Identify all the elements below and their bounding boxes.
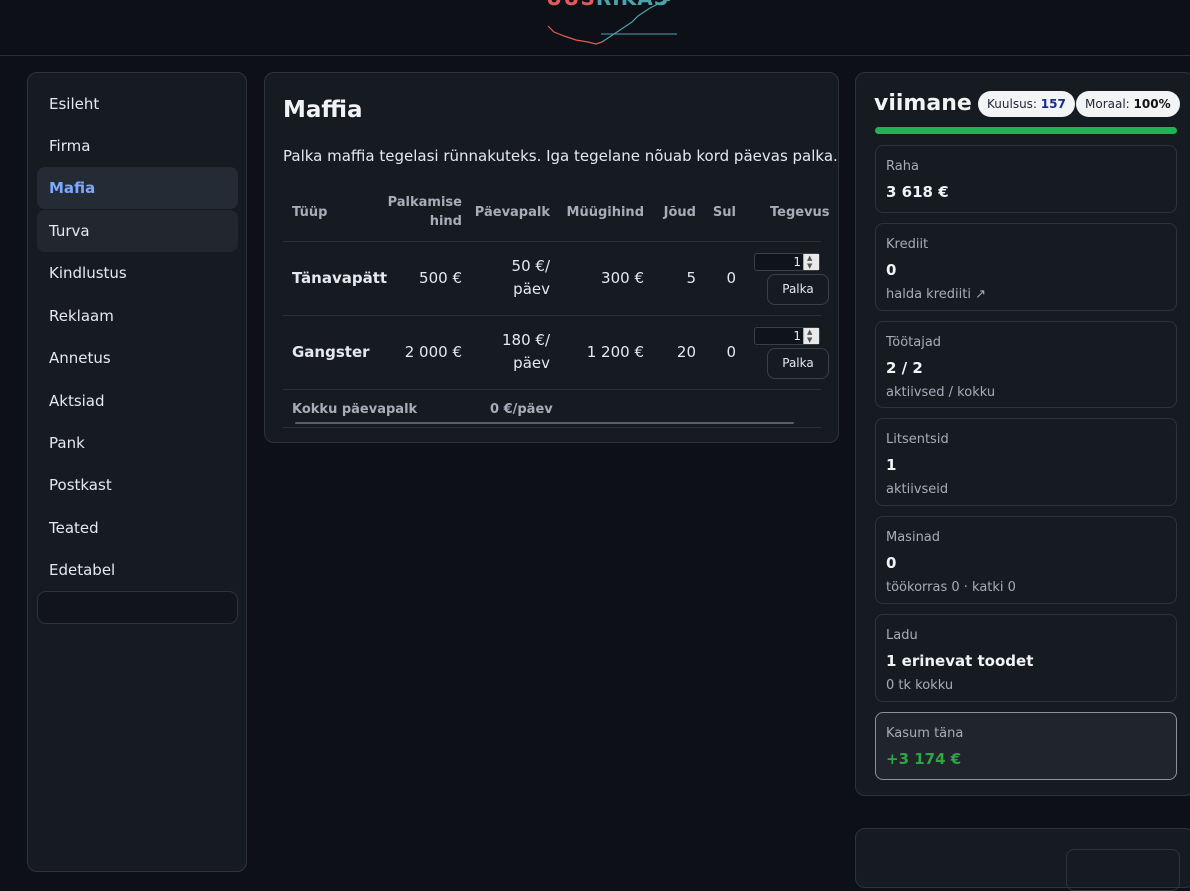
sidebar-item-pank[interactable]: Pank: [37, 422, 238, 464]
table-divider: [283, 389, 821, 390]
morale-progress-bar: [875, 127, 1177, 134]
sidebar-item-firma[interactable]: Firma: [37, 125, 238, 167]
mafia-card: Maffia Palka maffia tegelasi rünnakuteks…: [264, 72, 839, 443]
sidebar-item-reklaam[interactable]: Reklaam: [37, 295, 238, 337]
username: viimane: [874, 91, 972, 116]
stat-money: Raha 3 618 €: [875, 145, 1177, 213]
app-logo[interactable]: UUSRIKAS: [546, 0, 680, 48]
sidebar-item-teated[interactable]: Teated: [37, 507, 238, 549]
stepper-arrows-icon[interactable]: ▲ ▼: [803, 328, 819, 344]
col-header-count: Sul: [712, 205, 736, 220]
col-header-type: Tüüp: [292, 205, 328, 220]
row-daily-wage: 50 €/ päev: [511, 257, 550, 298]
page-description: Palka maffia tegelasi rünnakuteks. Iga t…: [283, 147, 838, 165]
row-power: 5: [686, 269, 696, 287]
manage-credit-link[interactable]: halda krediiti ↗: [886, 287, 986, 302]
stepper-arrows-icon[interactable]: ▲ ▼: [803, 254, 819, 270]
stat-profit-today: Kasum täna +3 174 €: [875, 712, 1177, 780]
row-count: 0: [726, 269, 736, 287]
quantity-stepper[interactable]: 1 ▲ ▼: [754, 327, 820, 345]
stat-warehouse: Ladu 1 erinevat toodet 0 tk kokku: [875, 614, 1177, 702]
table-horizontal-scrollbar[interactable]: [295, 422, 794, 424]
col-header-power: Jõud: [663, 205, 696, 220]
sidebar-item-edetabel[interactable]: Edetabel: [37, 549, 238, 591]
row-sell-price: 1 200 €: [586, 343, 644, 361]
sidebar-item-annetus[interactable]: Annetus: [37, 337, 238, 379]
hire-button[interactable]: Palka: [767, 348, 829, 379]
stat-credit: Krediit 0 halda krediiti ↗: [875, 223, 1177, 311]
fame-badge: Kuulsus: 157: [978, 91, 1075, 117]
stat-licenses: Litsentsid 1 aktiivseid: [875, 418, 1177, 506]
sidebar-item-turva[interactable]: Turva: [37, 210, 238, 252]
table-divider: [283, 315, 821, 316]
col-header-daily-wage: Päevapalk: [474, 205, 550, 220]
morale-badge: Moraal: 100%: [1076, 91, 1180, 117]
sidebar-item-esileht[interactable]: Esileht: [37, 83, 238, 125]
row-hire-price: 2 000 €: [404, 343, 462, 361]
row-count: 0: [726, 343, 736, 361]
total-wage-label: Kokku päevapalk: [292, 402, 418, 417]
row-daily-wage: 180 €/ päev: [502, 331, 550, 372]
secondary-panel: [855, 828, 1190, 891]
sidebar-nav: Esileht Firma Mafia Turva Kindlustus Rek…: [27, 72, 247, 872]
sidebar-item-kindlustus[interactable]: Kindlustus: [37, 252, 238, 294]
logo-chart-icon: [547, 0, 677, 45]
col-header-hire-price: Palkamise hind: [387, 195, 462, 229]
stat-machines: Masinad 0 töökorras 0 · katki 0: [875, 516, 1177, 604]
sidebar-item-aktsiad[interactable]: Aktsiad: [37, 380, 238, 422]
row-sell-price: 300 €: [601, 269, 644, 287]
table-divider: [283, 241, 821, 242]
sidebar-item-mafia[interactable]: Mafia: [37, 167, 238, 209]
row-type: Gangster: [292, 343, 370, 361]
table-divider: [283, 427, 821, 428]
col-header-action: Tegevus: [770, 205, 830, 220]
row-power: 20: [676, 343, 696, 361]
sidebar-item-postkast[interactable]: Postkast: [37, 464, 238, 506]
profile-panel: viimane Kuulsus: 157 Moraal: 100% Raha 3…: [855, 72, 1190, 796]
total-wage-value: 0 €/päev: [490, 402, 553, 417]
page-title: Maffia: [283, 97, 363, 123]
stat-workers: Töötajad 2 / 2 aktiivsed / kokku: [875, 321, 1177, 408]
hire-button[interactable]: Palka: [767, 274, 829, 305]
top-header: UUSRIKAS: [0, 0, 1190, 56]
secondary-panel-button[interactable]: [1066, 849, 1180, 891]
row-hire-price: 500 €: [419, 269, 462, 287]
col-header-sell-price: Müügihind: [566, 205, 644, 220]
quantity-stepper[interactable]: 1 ▲ ▼: [754, 253, 820, 271]
sidebar-extra-field[interactable]: [37, 591, 238, 624]
